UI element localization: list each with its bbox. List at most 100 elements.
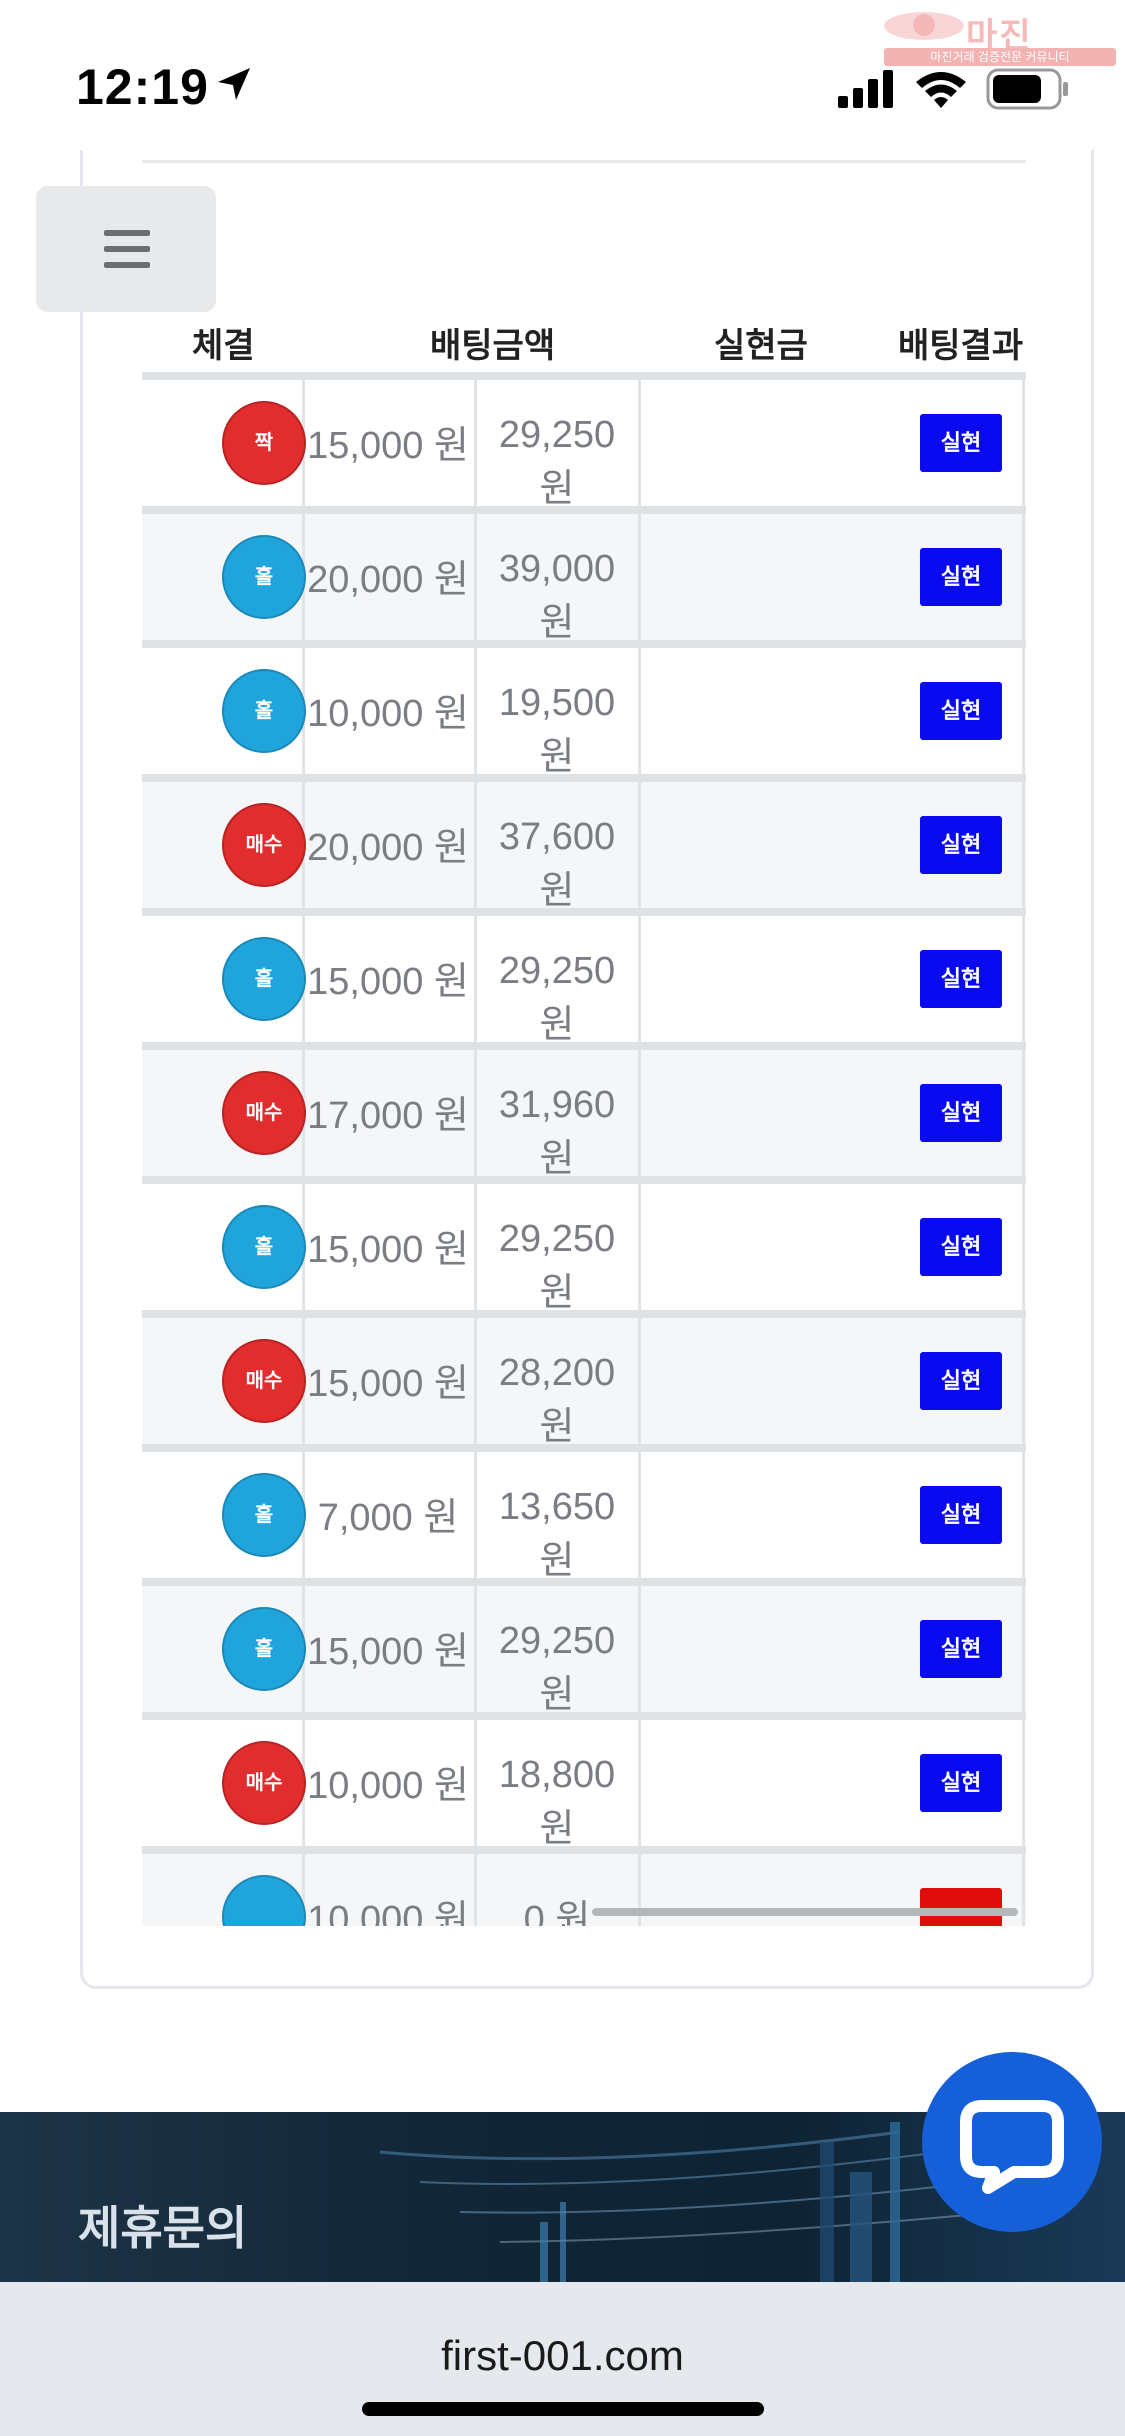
realized-amount: 28,200 원 (498, 1352, 616, 1448)
bet-amount: 10,000 원 (307, 1899, 469, 1926)
hamburger-menu-icon (104, 262, 150, 268)
browser-address-bar[interactable]: first-001.com (0, 2282, 1125, 2436)
column-separator (638, 1452, 641, 1578)
column-separator (1022, 1050, 1025, 1176)
realized-amount: 37,600 원 (498, 816, 616, 912)
column-header-realized: 실현금 (714, 327, 808, 365)
watermark-logo: 마진 마진거래 검증전문 커뮤니티 (880, 8, 1120, 66)
bet-amount: 15,000 원 (307, 425, 469, 467)
bet-amount: 10,000 원 (307, 693, 469, 735)
column-separator (638, 916, 641, 1042)
realized-amount: 39,000 원 (498, 548, 616, 644)
bet-amount: 15,000 원 (307, 1229, 469, 1271)
location-arrow-icon (218, 68, 250, 100)
partner-inquiry-label[interactable]: 제휴문의 (78, 2192, 247, 2258)
result-badge: 실현 (920, 816, 1002, 874)
result-badge: 실현 (920, 1352, 1002, 1410)
result-badge: 실현 (920, 548, 1002, 606)
column-separator (1022, 380, 1025, 506)
column-separator (1022, 1452, 1025, 1578)
table-row: 홀 20,000 원 39,000 원 실현 (142, 506, 1026, 644)
column-separator (1022, 1586, 1025, 1712)
realized-amount: 29,250 원 (498, 1218, 616, 1314)
menu-button[interactable] (36, 186, 216, 312)
divider (142, 160, 1026, 163)
table-row: 홀 7,000 원 13,650 원 실현 (142, 1444, 1026, 1582)
home-indicator[interactable] (362, 2402, 764, 2416)
bet-amount: 15,000 원 (307, 1363, 469, 1405)
result-badge: 실현 (920, 682, 1002, 740)
execution-badge: 홀 (222, 937, 306, 1021)
hamburger-menu-icon (104, 230, 150, 236)
cellular-signal-icon (838, 70, 893, 108)
result-badge: 실현 (920, 414, 1002, 472)
realized-amount: 29,250 원 (498, 950, 616, 1046)
betting-table[interactable]: 짝 15,000 원 29,250 원 실현 홀 20,000 원 39,000 원 실현 홀 1… (142, 364, 1026, 1926)
execution-badge: 매수 (222, 803, 306, 887)
battery-icon (986, 68, 1068, 110)
table-row: 홀 15,000 원 29,250 원 실현 (142, 1578, 1026, 1716)
execution-badge: 매수 (222, 1741, 306, 1825)
column-separator (638, 514, 641, 640)
execution-badge: 홀 (222, 1205, 306, 1289)
table-row: 매수 17,000 원 31,960 원 실현 (142, 1042, 1026, 1180)
table-row: 홀 15,000 원 29,250 원 실현 (142, 908, 1026, 1046)
result-badge: 실현 (920, 950, 1002, 1008)
bet-amount: 20,000 원 (307, 827, 469, 869)
column-separator (1022, 1854, 1025, 1926)
bet-amount: 17,000 원 (307, 1095, 469, 1137)
realized-amount: 13,650 원 (498, 1486, 616, 1582)
column-separator (638, 1720, 641, 1846)
column-separator (638, 1318, 641, 1444)
column-separator (1022, 916, 1025, 1042)
result-badge (920, 1888, 1002, 1926)
table-row: 홀 10,000 원 19,500 원 실현 (142, 640, 1026, 778)
execution-badge: 매수 (222, 1071, 306, 1155)
execution-badge: 홀 (222, 669, 306, 753)
execution-badge: 짝 (222, 401, 306, 485)
hamburger-menu-icon (104, 246, 150, 252)
column-separator (1022, 782, 1025, 908)
column-separator (1022, 1184, 1025, 1310)
bet-amount: 7,000 원 (317, 1497, 459, 1539)
table-header: 체결 배팅금액 실현금 배팅결과 (142, 318, 1026, 365)
realized-amount: 29,250 원 (498, 414, 616, 510)
result-badge: 실현 (920, 1218, 1002, 1276)
column-separator (638, 380, 641, 506)
table-row: 짝 15,000 원 29,250 원 실현 (142, 372, 1026, 510)
column-separator (1022, 514, 1025, 640)
watermark-subtitle: 마진거래 검증전문 커뮤니티 (884, 48, 1116, 66)
wifi-icon (916, 72, 966, 108)
url-text[interactable]: first-001.com (0, 2332, 1125, 2380)
execution-badge: 매수 (222, 1339, 306, 1423)
chat-bubble-icon (960, 2100, 1064, 2194)
table-row: 매수 15,000 원 28,200 원 실현 (142, 1310, 1026, 1448)
execution-badge: 홀 (222, 1607, 306, 1691)
status-time: 12:19 (76, 59, 209, 115)
realized-amount: 18,800 원 (498, 1754, 616, 1850)
column-separator (1022, 648, 1025, 774)
table-row: 매수 10,000 원 18,800 원 실현 (142, 1712, 1026, 1850)
bet-amount: 20,000 원 (307, 559, 469, 601)
execution-badge: 홀 (222, 1473, 306, 1557)
table-row: 홀 15,000 원 29,250 원 실현 (142, 1176, 1026, 1314)
column-header-result: 배팅결과 (898, 327, 1024, 365)
result-badge: 실현 (920, 1084, 1002, 1142)
horizontal-scrollbar[interactable] (592, 1908, 1018, 1916)
column-separator (638, 1184, 641, 1310)
execution-badge: 홀 (222, 535, 306, 619)
status-bar: 12:19 마진 마진거래 검증전문 커뮤니티 (0, 0, 1125, 150)
result-badge: 실현 (920, 1620, 1002, 1678)
bet-amount: 15,000 원 (307, 961, 469, 1003)
realized-amount: 31,960 원 (498, 1084, 616, 1180)
column-separator (1022, 1318, 1025, 1444)
bet-amount: 15,000 원 (307, 1631, 469, 1673)
column-separator (638, 782, 641, 908)
chat-button[interactable] (922, 2052, 1102, 2232)
execution-badge (222, 1875, 306, 1926)
result-badge: 실현 (920, 1754, 1002, 1812)
realized-amount: 19,500 원 (498, 682, 616, 778)
realized-amount: 0 원 (523, 1899, 591, 1926)
result-badge: 실현 (920, 1486, 1002, 1544)
column-separator (638, 648, 641, 774)
